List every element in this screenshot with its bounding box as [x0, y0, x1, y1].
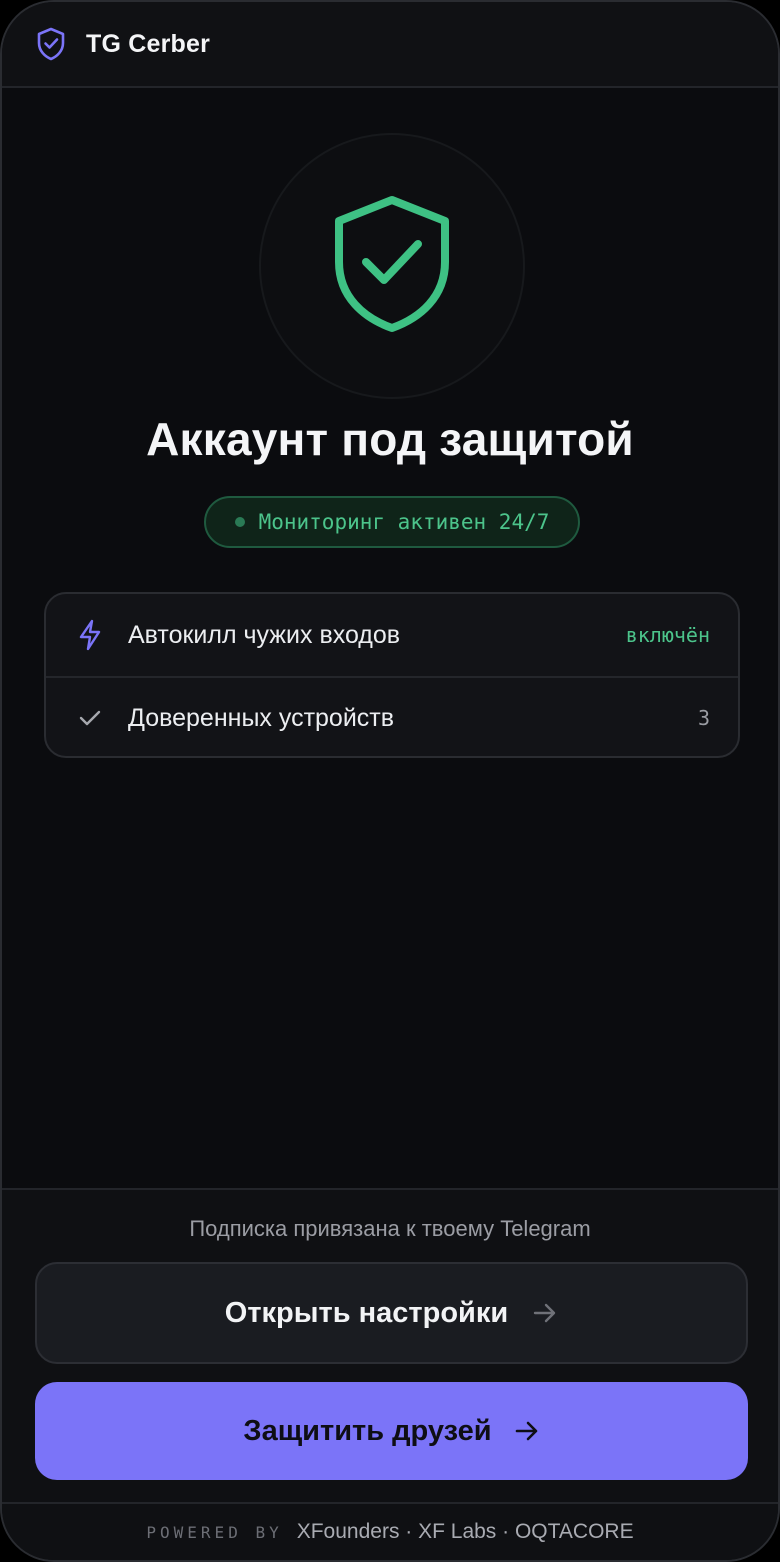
subscription-note: Подписка привязана к твоему Telegram: [189, 1216, 591, 1241]
status-dot: [234, 517, 245, 527]
arrow-right-icon: [532, 1302, 558, 1324]
powered-by-label: POWERED BY: [146, 1522, 283, 1542]
shield-check-icon: [36, 27, 68, 61]
info-label: Доверенных устройств: [128, 703, 395, 732]
app-title: TG Cerber: [86, 29, 211, 58]
app-header: TG Cerber: [2, 2, 778, 88]
shield-check-icon: [332, 194, 452, 339]
credits: XFounders · XF Labs · OQTACORE: [296, 1520, 634, 1543]
info-row-trusted-devices: Доверенных устройств 3: [46, 676, 738, 756]
protect-friends-label: Защитить друзей: [243, 1414, 492, 1447]
check-icon: [76, 702, 104, 734]
info-label: Автокилл чужих входов: [128, 620, 401, 649]
lightning-icon: [76, 619, 104, 651]
info-row-autokill: Автокилл чужих входов включён: [46, 594, 738, 676]
info-value: 3: [697, 706, 710, 730]
hero-badge: [259, 133, 525, 399]
status-text: Мониторинг активен 24/7: [258, 510, 550, 534]
open-settings-button[interactable]: Открыть настройки: [35, 1262, 748, 1364]
protect-friends-button[interactable]: Защитить друзей: [35, 1382, 748, 1480]
bottom-panel: Подписка привязана к твоему Telegram Отк…: [2, 1188, 778, 1560]
arrow-right-icon: [514, 1420, 540, 1442]
protection-info-card: Автокилл чужих входов включён Доверенных…: [44, 592, 740, 758]
page-title: Аккаунт под защитой: [146, 413, 634, 465]
app-window: TG Cerber Аккаунт под защитой Мониторинг…: [0, 0, 780, 1562]
open-settings-label: Открыть настройки: [224, 1296, 509, 1329]
status-badge: Мониторинг активен 24/7: [204, 496, 580, 548]
footer: POWERED BY XFounders · XF Labs · OQTACOR…: [2, 1502, 778, 1560]
info-value: включён: [625, 623, 710, 647]
